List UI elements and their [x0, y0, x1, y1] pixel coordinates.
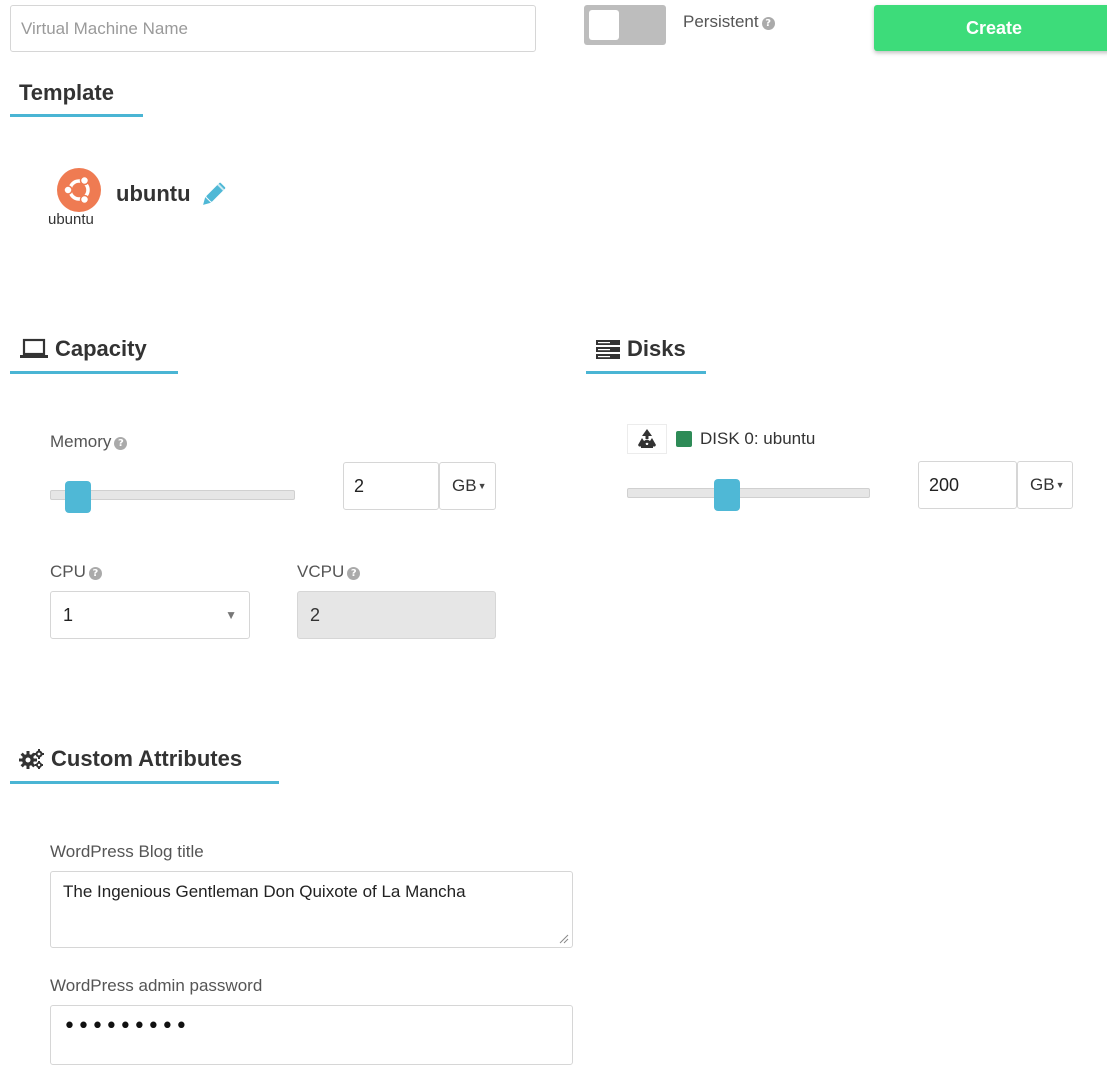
cpu-select[interactable]: 1 ▼: [50, 591, 250, 639]
memory-unit-label: GB: [452, 476, 477, 495]
cpu-label: CPU: [50, 562, 86, 581]
recycle-button[interactable]: [627, 424, 667, 454]
vcpu-label: VCPU: [297, 562, 345, 581]
template-heading-text: Template: [19, 80, 114, 105]
vcpu-help-icon[interactable]: ?: [347, 567, 361, 580]
admin-password-field[interactable]: •••••••••: [50, 1005, 573, 1065]
chevron-down-icon: ▼: [1055, 480, 1065, 490]
disk-unit-label: GB: [1030, 475, 1055, 494]
ubuntu-logo-icon: [57, 168, 101, 212]
blog-title-label: WordPress Blog title: [50, 842, 204, 861]
vm-name-input[interactable]: [10, 5, 536, 52]
admin-password-value: •••••••••: [63, 1014, 189, 1039]
capacity-heading-underline: [10, 371, 178, 374]
create-button[interactable]: Create: [874, 5, 1107, 51]
custom-attributes-heading-text: Custom Attributes: [51, 746, 243, 771]
blog-title-textarea[interactable]: The Ingenious Gentleman Don Quixote of L…: [50, 871, 573, 948]
disks-heading-underline: [586, 371, 706, 374]
disk-status-square: [676, 431, 692, 447]
help-icon[interactable]: ?: [761, 17, 775, 30]
ubuntu-logo-caption: ubuntu: [48, 211, 94, 228]
chevron-down-icon: ▼: [477, 481, 487, 491]
disk-slider-track[interactable]: [627, 488, 870, 498]
vcpu-field: 2: [297, 591, 496, 639]
disk-size-input[interactable]: [918, 461, 1017, 509]
gears-icon: [19, 749, 44, 769]
cpu-label-group: CPU?: [50, 562, 102, 582]
memory-unit-select[interactable]: GB ▼: [439, 462, 496, 510]
cpu-help-icon[interactable]: ?: [88, 567, 102, 580]
memory-slider-handle[interactable]: [65, 481, 91, 513]
vcpu-value: 2: [310, 604, 321, 625]
pencil-edit-icon[interactable]: [197, 179, 229, 211]
admin-password-label: WordPress admin password: [50, 976, 263, 995]
custom-attributes-heading: Custom Attributes: [19, 746, 242, 772]
custom-attributes-heading-underline: [10, 781, 279, 784]
persistent-label-group: Persistent?: [683, 12, 775, 32]
disk-slider-handle[interactable]: [714, 479, 740, 511]
disk-unit-select[interactable]: GB ▼: [1017, 461, 1073, 509]
disks-heading: Disks: [595, 336, 686, 362]
persistent-label: Persistent: [683, 12, 759, 31]
memory-help-icon[interactable]: ?: [114, 437, 128, 450]
capacity-heading-text: Capacity: [55, 336, 147, 361]
persistent-toggle[interactable]: [584, 5, 666, 45]
disk-label: DISK 0: ubuntu: [700, 429, 816, 448]
chevron-down-icon: ▼: [225, 608, 237, 622]
template-heading-underline: [10, 114, 143, 117]
laptop-icon: [20, 338, 48, 358]
vcpu-label-group: VCPU?: [297, 562, 361, 582]
memory-label: Memory: [50, 432, 112, 451]
memory-value-input[interactable]: [343, 462, 439, 510]
template-heading: Template: [19, 80, 114, 106]
resize-grip-icon[interactable]: [559, 934, 569, 944]
capacity-heading: Capacity: [19, 336, 147, 362]
toggle-knob: [589, 10, 619, 40]
cpu-select-value: 1: [63, 604, 74, 625]
memory-label-group: Memory?: [50, 432, 128, 452]
server-stack-icon: [596, 340, 620, 359]
template-name: ubuntu: [116, 181, 191, 206]
recycle-icon: [638, 429, 656, 448]
disks-heading-text: Disks: [627, 336, 686, 361]
